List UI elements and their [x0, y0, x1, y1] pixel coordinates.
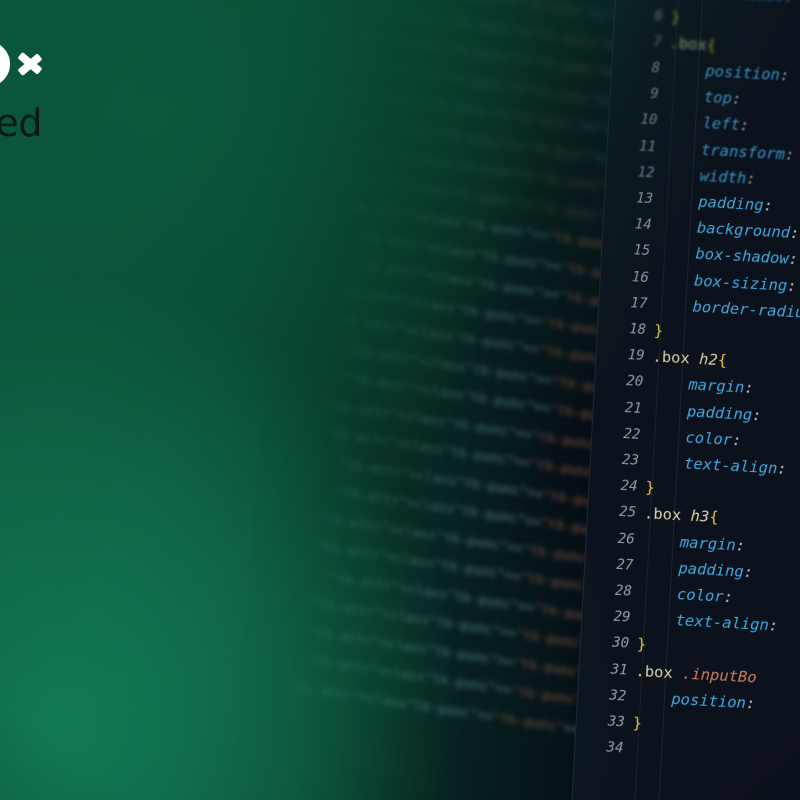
code-text: }: [653, 321, 664, 341]
line-number: 12: [637, 164, 655, 182]
line-number: 16: [631, 268, 650, 286]
line-number: 34: [606, 739, 624, 757]
line-number: 11: [638, 138, 657, 155]
code-text: box-shadow:: [694, 245, 799, 269]
line-number: 25: [618, 504, 637, 522]
line-number: 29: [613, 608, 631, 626]
line-number: 17: [630, 295, 648, 312]
code-text: padding:: [697, 192, 774, 215]
line-number: 24: [620, 478, 638, 496]
code-text: left:: [702, 114, 750, 135]
code-text: .box .inputBo: [635, 661, 758, 687]
code-text: .box{: [669, 33, 717, 55]
line-number: 8: [651, 60, 661, 77]
line-number: 22: [623, 425, 641, 443]
code-text: width:: [699, 166, 757, 188]
line-number: 9: [649, 86, 660, 103]
line-number: 28: [614, 582, 633, 600]
line-number: 26: [617, 530, 636, 548]
code-text: color:: [676, 585, 734, 607]
code-text: text-align:: [683, 454, 788, 478]
line-number: 10: [640, 111, 658, 129]
line-number: 19: [627, 347, 645, 365]
code-text: background:: [696, 218, 800, 243]
code-text: transform:: [700, 140, 795, 164]
line-number: 7: [652, 33, 662, 51]
code-text: position:: [670, 689, 756, 713]
line-number: 31: [610, 661, 628, 679]
code-text: box-sizing:: [693, 271, 798, 295]
code-text: color:: [685, 428, 742, 450]
screenshot-canvas: "tk-attr">class"tk-punc">="tk-punc"><"tk…: [0, 0, 800, 800]
code-text: position:: [704, 61, 790, 85]
code-text: }: [636, 635, 647, 654]
line-number: 30: [611, 635, 630, 653]
line-number: 15: [632, 242, 651, 260]
line-number: 13: [635, 190, 654, 208]
line-number: 23: [621, 451, 640, 469]
line-number: 14: [634, 216, 653, 234]
code-text: text-align:: [675, 611, 779, 635]
code-text: }: [644, 478, 656, 497]
code-text: .box h2{: [652, 347, 728, 370]
code-text: margin:: [687, 375, 755, 398]
code-text: padding:: [686, 402, 763, 425]
line-number: 32: [608, 687, 627, 705]
line-number: 21: [624, 399, 643, 417]
code-text: }: [670, 7, 681, 27]
line-number: 18: [628, 321, 647, 339]
line-number: 6: [654, 7, 664, 25]
code-text: .box h3{: [643, 504, 720, 527]
line-number: 27: [615, 556, 634, 574]
code-text: margin:: [679, 532, 746, 555]
line-number: 33: [607, 713, 626, 731]
code-text: }: [632, 713, 643, 733]
line-number: 20: [625, 373, 644, 391]
code-text: padding:: [677, 558, 754, 582]
code-text: top:: [703, 88, 742, 109]
